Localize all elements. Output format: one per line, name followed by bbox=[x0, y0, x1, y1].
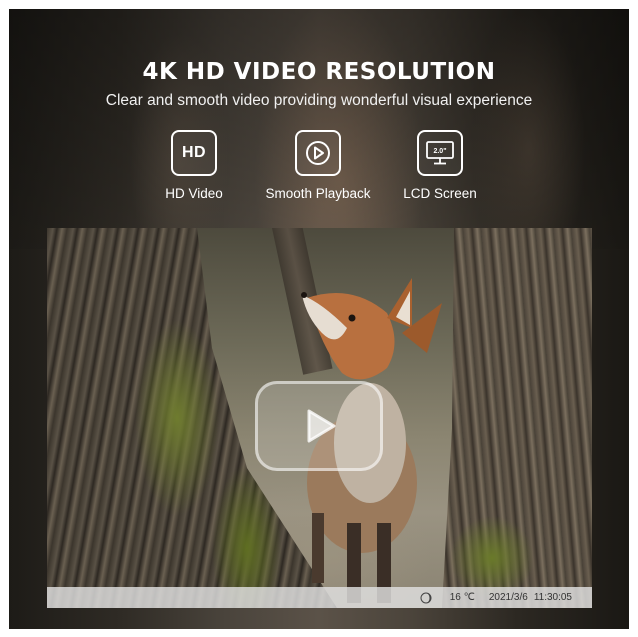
product-banner: 4K HD VIDEO RESOLUTION Clear and smooth … bbox=[9, 9, 629, 629]
page-subtitle: Clear and smooth video providing wonderf… bbox=[105, 92, 533, 109]
sample-photo: 16 ℃ 2021/3/6 11:30:05 bbox=[47, 228, 592, 608]
play-icon bbox=[295, 130, 341, 176]
background-vignette bbox=[9, 9, 629, 249]
page-title: 4K HD VIDEO RESOLUTION bbox=[142, 59, 496, 85]
tree-trunk-right bbox=[442, 228, 592, 608]
date-readout: 2021/3/6 bbox=[488, 592, 528, 603]
camera-status-bar: 16 ℃ 2021/3/6 11:30:05 bbox=[47, 587, 592, 608]
feature-lcd-screen: 2.0" LCD Screen bbox=[365, 130, 515, 201]
lcd-screen-icon: 2.0" bbox=[417, 130, 463, 176]
hd-icon-text: HD bbox=[181, 144, 207, 161]
lcd-size-text: 2.0" bbox=[433, 148, 446, 155]
play-circle-icon bbox=[306, 141, 330, 165]
hd-icon: HD bbox=[171, 130, 217, 176]
time-readout: 11:30:05 bbox=[533, 592, 572, 603]
temperature-readout: 16 ℃ bbox=[449, 592, 475, 603]
night-mode-icon bbox=[420, 592, 432, 603]
play-icon bbox=[307, 409, 336, 443]
play-button[interactable] bbox=[255, 381, 383, 471]
feature-label: LCD Screen bbox=[403, 186, 477, 201]
monitor-icon: 2.0" bbox=[426, 141, 454, 165]
